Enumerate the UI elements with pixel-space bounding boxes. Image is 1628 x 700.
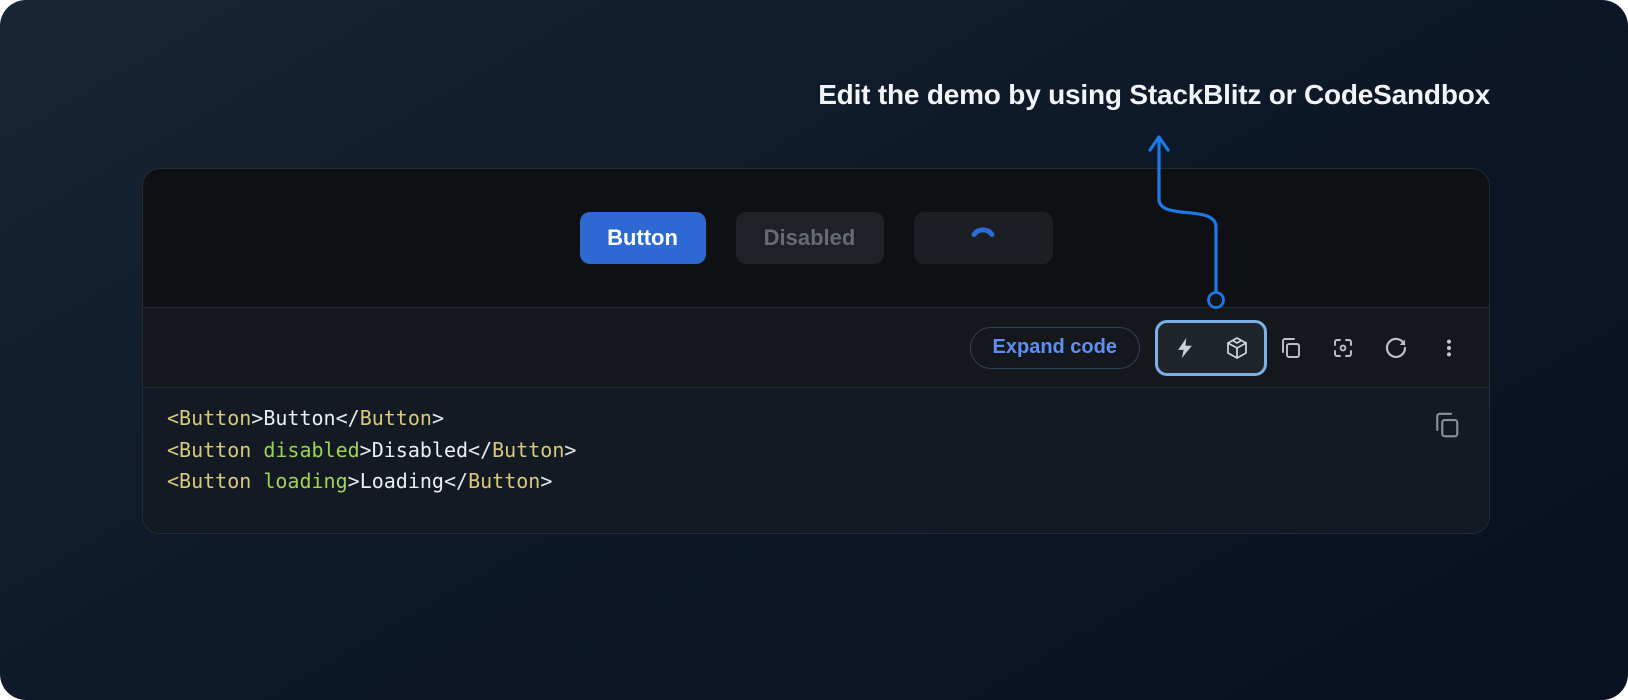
more-actions-button[interactable] — [1437, 336, 1461, 360]
stackblitz-button[interactable] — [1173, 336, 1197, 360]
page-background: Edit the demo by using StackBlitz or Cod… — [0, 0, 1628, 700]
edit-icons-highlight — [1155, 320, 1267, 376]
open-preview-button[interactable] — [1331, 336, 1355, 360]
code-line: <Button>Button</Button> — [167, 403, 1465, 435]
primary-button[interactable]: Button — [580, 212, 706, 264]
copy-snippet-button[interactable] — [1431, 410, 1461, 440]
codesandbox-button[interactable] — [1225, 336, 1249, 360]
copy-icon — [1278, 335, 1302, 361]
demo-toolbar: Expand code — [143, 307, 1489, 387]
copy-icon — [1431, 410, 1461, 440]
stackblitz-icon — [1174, 336, 1196, 360]
code-line: <Button loading>Loading</Button> — [167, 466, 1465, 498]
copy-code-button[interactable] — [1278, 336, 1302, 360]
center-focus-icon — [1331, 335, 1355, 361]
screenshot-root: Edit the demo by using StackBlitz or Cod… — [0, 0, 1628, 700]
code-block: <Button>Button</Button><Button disabled>… — [143, 387, 1489, 533]
loading-button[interactable] — [914, 212, 1053, 264]
code-lines: <Button>Button</Button><Button disabled>… — [167, 403, 1465, 498]
more-icon — [1438, 336, 1460, 360]
codesandbox-icon — [1225, 335, 1249, 361]
annotation-title: Edit the demo by using StackBlitz or Cod… — [818, 79, 1490, 111]
refresh-demo-button[interactable] — [1384, 336, 1408, 360]
code-line: <Button disabled>Disabled</Button> — [167, 435, 1465, 467]
demo-preview: Button Disabled — [143, 169, 1489, 307]
disabled-button[interactable]: Disabled — [736, 212, 884, 264]
expand-code-button[interactable]: Expand code — [970, 327, 1140, 369]
demo-card: Button Disabled Expand code — [142, 168, 1490, 534]
loading-spinner-icon — [959, 214, 1007, 262]
refresh-icon — [1384, 335, 1408, 361]
